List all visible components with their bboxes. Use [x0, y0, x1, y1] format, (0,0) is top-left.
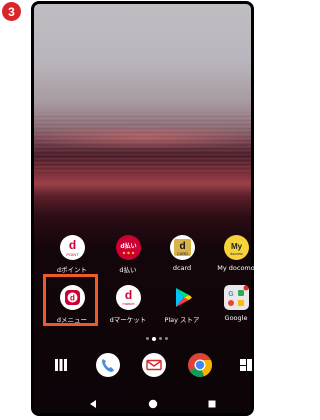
app-drawer-icon — [55, 359, 67, 371]
phone-icon — [96, 353, 120, 377]
page-dot-active — [152, 337, 156, 341]
app-d-market[interactable]: d market dマーケット — [101, 285, 155, 324]
d-barai-icon: d払い — [115, 235, 141, 260]
recents-button[interactable] — [207, 394, 217, 413]
svg-text:docomo: docomo — [230, 252, 243, 256]
d-point-icon: d POINT — [59, 235, 85, 260]
app-my-docomo[interactable]: My docomo My docomo — [209, 235, 263, 272]
svg-text:My: My — [230, 242, 242, 251]
mail-icon — [142, 353, 166, 377]
page-dot — [159, 337, 162, 340]
svg-text:d: d — [124, 288, 131, 302]
widget-app[interactable] — [232, 351, 260, 379]
app-d-barai[interactable]: d払い d払い — [101, 235, 155, 274]
svg-text:d: d — [68, 238, 75, 252]
back-button[interactable] — [88, 394, 98, 413]
app-label: Google — [224, 314, 248, 322]
app-play-store[interactable]: Play ストア — [155, 285, 209, 324]
svg-text:CARD: CARD — [176, 251, 187, 256]
app-label: dcard — [172, 264, 192, 272]
mail-app[interactable] — [140, 351, 168, 379]
home-icon — [148, 399, 158, 409]
svg-text:market: market — [122, 301, 135, 306]
wallpaper-stripes — [34, 114, 251, 174]
app-label: My docomo — [217, 264, 255, 272]
svg-text:G: G — [228, 291, 234, 298]
step-number-badge: 3 — [2, 2, 21, 21]
app-d-point[interactable]: d POINT dポイント — [45, 235, 99, 274]
my-docomo-icon: My docomo — [223, 235, 249, 260]
app-google-folder[interactable]: G Google — [209, 285, 263, 322]
app-drawer-button[interactable] — [47, 351, 75, 379]
svg-text:d払い: d払い — [120, 242, 136, 250]
highlight-box — [43, 274, 98, 326]
play-store-icon — [170, 285, 195, 310]
home-button[interactable] — [148, 394, 158, 413]
chrome-icon — [188, 353, 213, 377]
dcard-icon: d CARD — [169, 235, 195, 260]
chrome-app[interactable] — [186, 351, 214, 379]
widget-icon — [240, 359, 252, 371]
app-dcard[interactable]: d CARD dcard — [155, 235, 209, 272]
page-dot — [165, 337, 168, 340]
app-label: dポイント — [56, 266, 88, 274]
app-label: dマーケット — [109, 316, 147, 324]
d-market-icon: d market — [115, 285, 141, 310]
navigation-bar — [34, 386, 251, 414]
app-label: Play ストア — [164, 316, 200, 324]
app-label: d払い — [119, 266, 137, 274]
phone-app[interactable] — [94, 351, 122, 379]
recents-icon — [208, 400, 216, 408]
svg-text:POINT: POINT — [66, 252, 79, 257]
back-icon — [90, 400, 96, 408]
page-indicator — [146, 337, 168, 341]
google-folder-icon: G — [223, 285, 249, 310]
page-dot — [146, 337, 149, 340]
